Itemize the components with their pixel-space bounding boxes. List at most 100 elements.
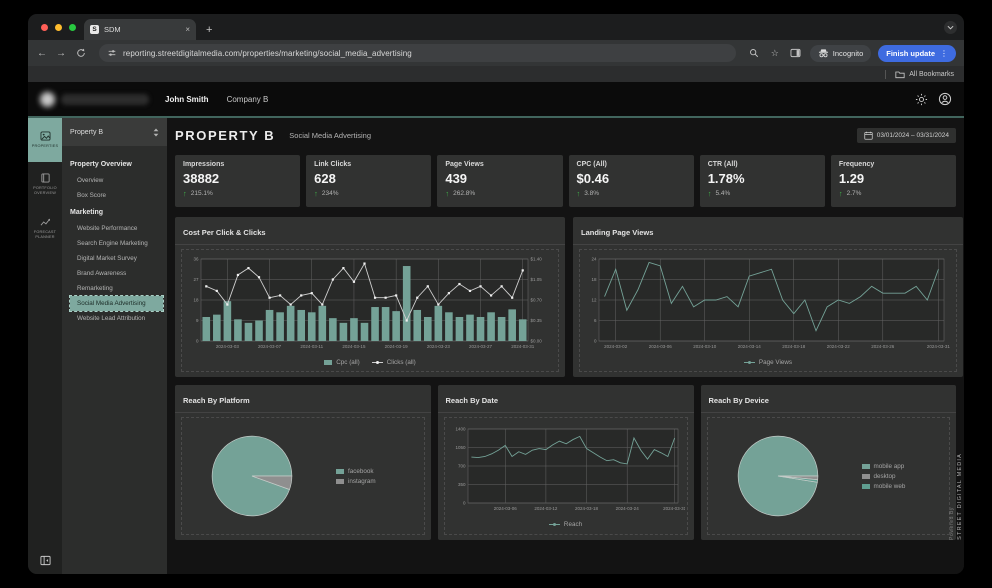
- legend-item: Reach: [548, 520, 583, 528]
- svg-text:2024-03-31: 2024-03-31: [511, 344, 535, 349]
- desktop-background: S SDM × + ← → reporting.streetdigitalmed…: [0, 0, 992, 588]
- svg-text:2024-03-03: 2024-03-03: [216, 344, 240, 349]
- svg-text:0: 0: [594, 339, 597, 344]
- rail-item-forecast-planner[interactable]: FORECAST PLANNER: [28, 206, 62, 250]
- chart-reach-by-device[interactable]: mobile app desktop mobile web: [706, 417, 950, 535]
- svg-text:9: 9: [196, 318, 199, 323]
- close-window-button[interactable]: [41, 24, 48, 31]
- chart-card-landing-page-views: Landing Page Views 0 6 12 18 24 2024-03-02 202…: [573, 217, 963, 377]
- property-select[interactable]: Property B: [62, 118, 167, 146]
- cpc-clicks-chart-canvas: 0 9 18 27 36 $0.00 $0.35 $0.70 $1.05 $1.40 2024-03…: [193, 257, 542, 349]
- svg-text:2024-03-19: 2024-03-19: [385, 344, 409, 349]
- up-arrow-icon: ↑: [314, 189, 318, 198]
- sidebar-item-social-media-advertising[interactable]: Social Media Advertising: [69, 295, 164, 312]
- bookmarks-bar: All Bookmarks: [28, 66, 964, 82]
- up-arrow-icon: ↑: [183, 189, 187, 198]
- all-bookmarks-button[interactable]: All Bookmarks: [885, 69, 954, 79]
- page-subtitle: Social Media Advertising: [289, 130, 371, 140]
- forecast-icon: [40, 218, 50, 226]
- legend-label: Reach: [563, 520, 583, 528]
- new-tab-button[interactable]: +: [206, 19, 212, 40]
- legend-label: instagram: [348, 477, 376, 485]
- collapse-sidebar-button[interactable]: [28, 555, 62, 566]
- kpi-card-frequency: Frequency 1.29 ↑ 2.7%: [830, 155, 957, 207]
- svg-text:2024-03-22: 2024-03-22: [827, 344, 851, 349]
- minimize-window-button[interactable]: [55, 24, 62, 31]
- forward-button[interactable]: →: [55, 48, 67, 59]
- brand-vertical-label: STREET DIGITAL MEDIA: [957, 453, 963, 540]
- account-icon[interactable]: [938, 92, 952, 106]
- company-name[interactable]: Company B: [227, 95, 269, 104]
- chart-landing-page-views[interactable]: 0 6 12 18 24 2024-03-02 2024-03-06 2024-03-10 20…: [579, 249, 957, 372]
- dashboard-app: John Smith Company B PROPERTIES PORTFOLI…: [28, 82, 964, 574]
- svg-text:2024-03-31: 2024-03-31: [927, 344, 951, 349]
- url-bar[interactable]: reporting.streetdigitalmedia.com/propert…: [99, 44, 736, 62]
- tab-close-icon[interactable]: ×: [185, 25, 190, 34]
- chart-reach-by-date[interactable]: 0 350 700 1050 1400 2024-03-06 2024-03-12 2024-…: [443, 417, 688, 535]
- legend-item: desktop: [861, 473, 906, 480]
- tab-title: SDM: [104, 25, 121, 34]
- svg-text:2024-03-26: 2024-03-26: [871, 344, 895, 349]
- sidebar-item-website-performance[interactable]: Website Performance: [70, 221, 161, 236]
- finish-update-button[interactable]: Finish update ⋮: [878, 44, 956, 62]
- legend-swatch: [324, 360, 333, 365]
- browser-toolbar: ← → reporting.streetdigitalmedia.com/pro…: [28, 40, 964, 66]
- legend-item: mobile web: [861, 482, 906, 490]
- rail-item-label: PROPERTIES: [31, 144, 59, 149]
- side-panel-icon: [790, 48, 801, 58]
- up-arrow-icon: ↑: [707, 189, 712, 198]
- svg-text:700: 700: [457, 463, 465, 468]
- reach-by-device-pie-canvas: [737, 435, 818, 517]
- legend-label: Cpc (all): [336, 359, 360, 366]
- legend-label: facebook: [348, 467, 374, 475]
- kpi-label: CPC (All): [576, 161, 607, 168]
- sidebar-item-website-lead-attribution[interactable]: Website Lead Attribution: [70, 311, 161, 326]
- kpi-value: 628: [314, 171, 336, 186]
- svg-text:12: 12: [591, 298, 597, 303]
- legend-swatch: [861, 473, 870, 479]
- browser-tab[interactable]: S SDM ×: [84, 19, 196, 40]
- legend-item: Cpc (all): [324, 359, 360, 366]
- back-button[interactable]: ←: [36, 48, 48, 59]
- chart-card-reach-by-date: Reach By Date 0 350 700 1050 1400 2024-03-06 2…: [437, 385, 694, 540]
- svg-text:2024-03-06: 2024-03-06: [493, 506, 517, 511]
- property-select-value: Property B: [70, 128, 104, 136]
- rail-item-portfolio-overview[interactable]: PORTFOLIO OVERVIEW: [28, 162, 62, 206]
- legend-label: mobile web: [873, 482, 906, 490]
- kpi-card-ctr: CTR (All) 1.78% ↑ 5.4%: [699, 155, 825, 207]
- sidebar-item-digital-market-survey[interactable]: Digital Market Survey: [70, 251, 161, 266]
- date-range-picker[interactable]: 03/01/2024 – 03/31/2024: [856, 127, 956, 143]
- svg-text:2024-03-10: 2024-03-10: [693, 344, 717, 349]
- nav-rail: PROPERTIES PORTFOLIO OVERVIEW FORECAST P…: [28, 118, 62, 574]
- site-info-icon[interactable]: [107, 48, 117, 58]
- zoom-window-button[interactable]: [69, 24, 76, 31]
- sidebar-item-search-engine-marketing[interactable]: Search Engine Marketing: [70, 236, 161, 251]
- search-button[interactable]: [747, 48, 761, 58]
- sidebar-item-overview[interactable]: Overview: [70, 173, 161, 188]
- legend-swatch: [336, 468, 344, 474]
- side-panel-button[interactable]: [789, 48, 803, 58]
- kpi-delta: 5.4%: [715, 190, 731, 197]
- sidebar-item-brand-awareness[interactable]: Brand Awareness: [70, 266, 161, 281]
- user-name[interactable]: John Smith: [165, 95, 209, 104]
- theme-toggle-sun-icon[interactable]: [915, 93, 928, 106]
- svg-text:1400: 1400: [455, 426, 466, 431]
- chart-legend: Reach: [548, 520, 583, 528]
- tab-search-button[interactable]: [944, 21, 957, 34]
- sidebar-item-box-score[interactable]: Box Score: [70, 188, 161, 203]
- reload-button[interactable]: [74, 48, 88, 58]
- sidebar-item-remarketing[interactable]: Remarketing: [70, 281, 161, 296]
- bookmark-star-button[interactable]: ☆: [768, 48, 782, 59]
- kpi-delta: 234%: [321, 190, 339, 197]
- rail-item-properties[interactable]: PROPERTIES: [28, 118, 62, 162]
- chart-title: Landing Page Views: [581, 228, 654, 237]
- sidebar: Property B Property Overview Overview Bo…: [62, 118, 167, 574]
- sidebar-section-marketing: Marketing: [70, 209, 104, 216]
- kpi-value: 1.29: [838, 171, 865, 186]
- browser-menu-icon[interactable]: ⋮: [940, 49, 948, 58]
- chart-cpc-clicks[interactable]: 0 9 18 27 36 $0.00 $0.35 $0.70 $1.05 $1.40 2024-03…: [181, 249, 559, 372]
- select-arrows-icon: [153, 128, 159, 136]
- portfolio-icon: [40, 173, 50, 183]
- chart-reach-by-platform[interactable]: facebook instagram: [181, 417, 425, 535]
- title-row: PROPERTY B Social Media Advertising 03/0…: [175, 123, 956, 147]
